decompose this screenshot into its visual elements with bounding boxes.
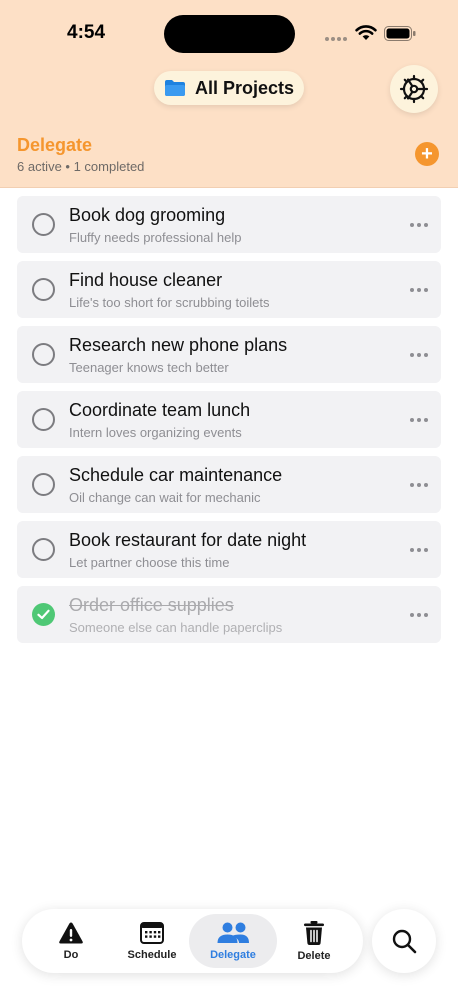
task-title: Book restaurant for date night <box>69 530 307 550</box>
tab-do[interactable]: Do <box>27 914 115 968</box>
task-title: Book dog grooming <box>69 205 226 225</box>
more-options-icon[interactable] <box>410 418 428 422</box>
search-button[interactable] <box>372 909 436 973</box>
tab-label: Delete <box>297 950 331 962</box>
task-checkbox-checked[interactable] <box>32 603 55 626</box>
settings-button[interactable] <box>390 65 438 113</box>
gear-icon <box>399 74 429 104</box>
folder-icon <box>164 80 185 96</box>
tab-delete[interactable]: Delete <box>270 914 358 968</box>
section-title: Delegate <box>17 135 93 155</box>
task-title: Research new phone plans <box>69 335 288 355</box>
task-item[interactable]: Research new phone plans Teenager knows … <box>17 326 441 383</box>
task-checkbox[interactable] <box>32 343 55 366</box>
battery-icon <box>384 26 416 41</box>
more-options-icon[interactable] <box>410 353 428 357</box>
more-options-icon[interactable] <box>410 613 428 617</box>
tab-delegate[interactable]: Delegate <box>189 914 277 968</box>
tab-label: Do <box>63 949 79 961</box>
checkmark-icon <box>37 609 50 620</box>
plus-icon: + <box>421 143 433 165</box>
task-title: Order office supplies <box>69 595 234 615</box>
more-options-icon[interactable] <box>410 288 428 292</box>
task-title: Schedule car maintenance <box>69 465 283 485</box>
tab-schedule[interactable]: Schedule <box>108 914 196 968</box>
calendar-icon <box>140 922 164 944</box>
warning-icon <box>59 922 83 944</box>
task-checkbox[interactable] <box>32 538 55 561</box>
add-task-button[interactable]: + <box>415 142 439 166</box>
task-note: Let partner choose this time <box>69 555 230 570</box>
status-time: 4:54 <box>67 22 106 43</box>
more-options-icon[interactable] <box>410 483 428 487</box>
project-selector-button[interactable]: All Projects <box>154 71 304 105</box>
trash-icon <box>304 921 324 945</box>
dynamic-island <box>164 15 295 53</box>
task-item[interactable]: Book dog grooming Fluffy needs professio… <box>17 196 441 253</box>
task-list: Book dog grooming Fluffy needs professio… <box>17 196 441 651</box>
task-item-completed[interactable]: Order office supplies Someone else can h… <box>17 586 441 643</box>
people-icon <box>217 922 249 943</box>
task-title: Coordinate team lunch <box>69 400 251 420</box>
task-item[interactable]: Schedule car maintenance Oil change can … <box>17 456 441 513</box>
task-note: Oil change can wait for mechanic <box>69 490 261 505</box>
tab-bar: Do Schedule Delegate Delete <box>22 909 363 973</box>
task-title: Find house cleaner <box>69 270 223 290</box>
task-note: Life's too short for scrubbing toilets <box>69 295 270 310</box>
search-icon <box>392 929 417 954</box>
task-note: Someone else can handle paperclips <box>69 620 283 635</box>
more-options-icon[interactable] <box>410 223 428 227</box>
task-checkbox[interactable] <box>32 278 55 301</box>
task-note: Intern loves organizing events <box>69 425 242 440</box>
task-checkbox[interactable] <box>32 213 55 236</box>
header-area: 4:54 All Projects Delegate 6 active • 1 … <box>0 0 458 188</box>
tab-label: Delegate <box>210 949 256 961</box>
cellular-signal-icon <box>325 37 347 41</box>
task-item[interactable]: Find house cleaner Life's too short for … <box>17 261 441 318</box>
task-checkbox[interactable] <box>32 408 55 431</box>
task-note: Fluffy needs professional help <box>69 230 242 245</box>
task-note: Teenager knows tech better <box>69 360 229 375</box>
wifi-icon <box>355 25 377 40</box>
more-options-icon[interactable] <box>410 548 428 552</box>
section-subtitle: 6 active • 1 completed <box>17 159 145 174</box>
project-selector-label: All Projects <box>194 77 295 98</box>
tab-label: Schedule <box>127 949 177 961</box>
task-item[interactable]: Book restaurant for date night Let partn… <box>17 521 441 578</box>
task-checkbox[interactable] <box>32 473 55 496</box>
task-item[interactable]: Coordinate team lunch Intern loves organ… <box>17 391 441 448</box>
status-bar: 4:54 <box>0 0 458 60</box>
